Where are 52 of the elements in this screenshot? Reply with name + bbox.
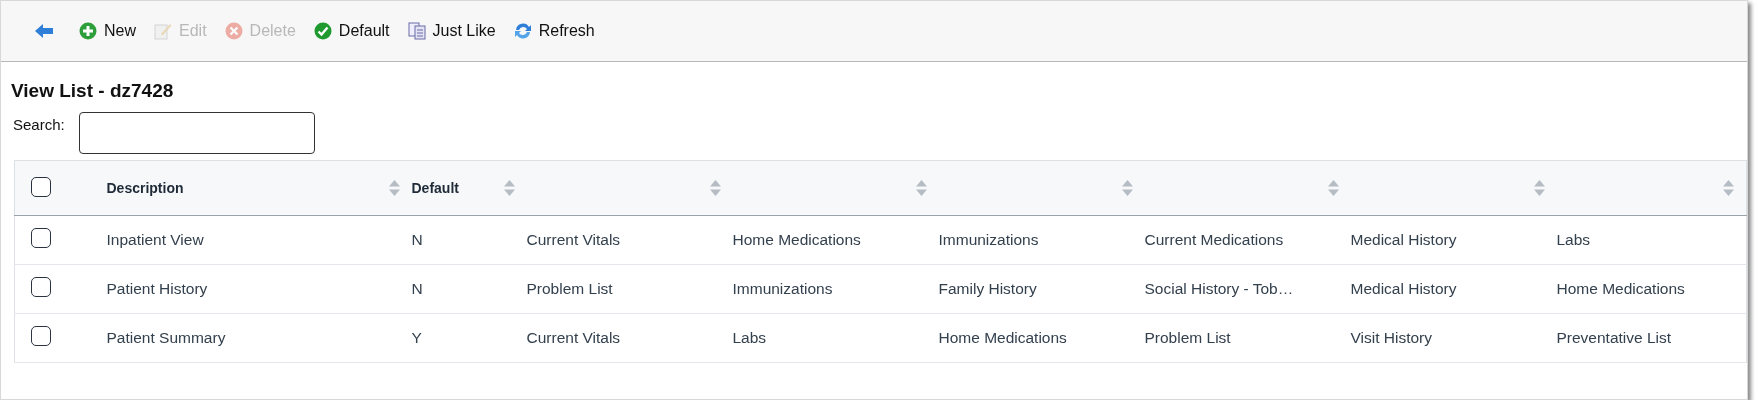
table-cell: Family History (938, 280, 1037, 297)
table-cell: Medical History (1350, 231, 1457, 248)
default-button[interactable]: Default (311, 18, 392, 44)
back-arrow-icon (35, 24, 53, 38)
sort-icon[interactable] (1533, 180, 1545, 196)
sort-icon[interactable] (388, 180, 400, 196)
pencil-icon (154, 22, 172, 40)
table-cell: N (411, 280, 423, 297)
search-label: Search: (13, 116, 65, 133)
table-cell: Patient Summary (106, 329, 226, 346)
table-cell: Labs (1556, 231, 1591, 248)
sort-icon[interactable] (709, 180, 721, 196)
row-checkbox[interactable] (31, 228, 51, 248)
column-header[interactable]: Description (106, 180, 184, 196)
new-button[interactable]: New (77, 18, 138, 44)
table-cell: Home Medications (732, 231, 861, 248)
refresh-icon (513, 22, 532, 40)
sort-icon[interactable] (915, 180, 927, 196)
sort-icon[interactable] (1121, 180, 1133, 196)
x-circle-icon (224, 22, 243, 40)
copy-button[interactable]: Just Like (405, 18, 498, 44)
select-all-checkbox[interactable] (31, 176, 51, 197)
table-cell: Labs (732, 329, 767, 346)
table-cell: Patient History (106, 280, 208, 297)
sort-icon[interactable] (503, 180, 515, 196)
documents-icon (407, 22, 426, 40)
table-cell: N (411, 231, 423, 248)
table-cell: Immunizations (938, 231, 1039, 248)
row-checkbox[interactable] (31, 326, 51, 346)
table-cell: Current Medications (1144, 231, 1284, 248)
table-cell: Problem List (526, 280, 613, 297)
table-cell: Inpatient View (106, 231, 204, 248)
table-cell: Home Medications (938, 329, 1067, 346)
table-cell: Current Vitals (526, 329, 621, 346)
table-cell: Visit History (1350, 329, 1433, 346)
table-cell: Preventative List (1556, 329, 1672, 346)
check-circle-icon (313, 22, 332, 40)
sort-icon[interactable] (1723, 180, 1734, 196)
table-cell: Home Medications (1556, 280, 1685, 297)
table-cell: Y (411, 329, 422, 346)
refresh-button[interactable]: Refresh (511, 18, 597, 44)
row-checkbox[interactable] (31, 277, 51, 297)
column-header[interactable]: Default (411, 180, 459, 196)
plus-icon (79, 22, 97, 40)
search-field[interactable] (78, 112, 315, 154)
table-cell: Immunizations (732, 280, 833, 297)
table-cell: Medical History (1350, 280, 1457, 297)
table-cell: Problem List (1144, 329, 1231, 346)
sort-icon[interactable] (1327, 180, 1339, 196)
page-title: View List - dz7428 (11, 80, 175, 102)
table-cell: Current Vitals (526, 231, 621, 248)
table-cell: Social History - Tob… (1144, 280, 1294, 297)
